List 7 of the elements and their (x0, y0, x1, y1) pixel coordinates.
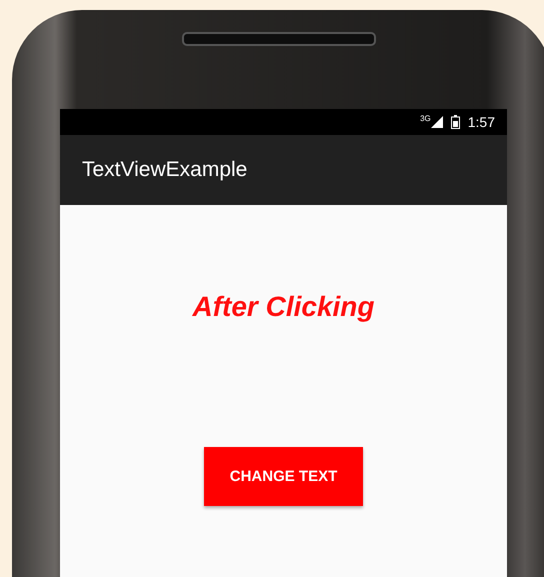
message-text: After Clicking (192, 291, 375, 323)
app-title: TextViewExample (82, 158, 248, 182)
network-label: 3G (420, 114, 431, 123)
battery-icon (450, 115, 460, 129)
status-time: 1:57 (468, 114, 495, 130)
signal-icon (430, 116, 443, 128)
change-text-button[interactable]: CHANGE TEXT (204, 447, 363, 506)
